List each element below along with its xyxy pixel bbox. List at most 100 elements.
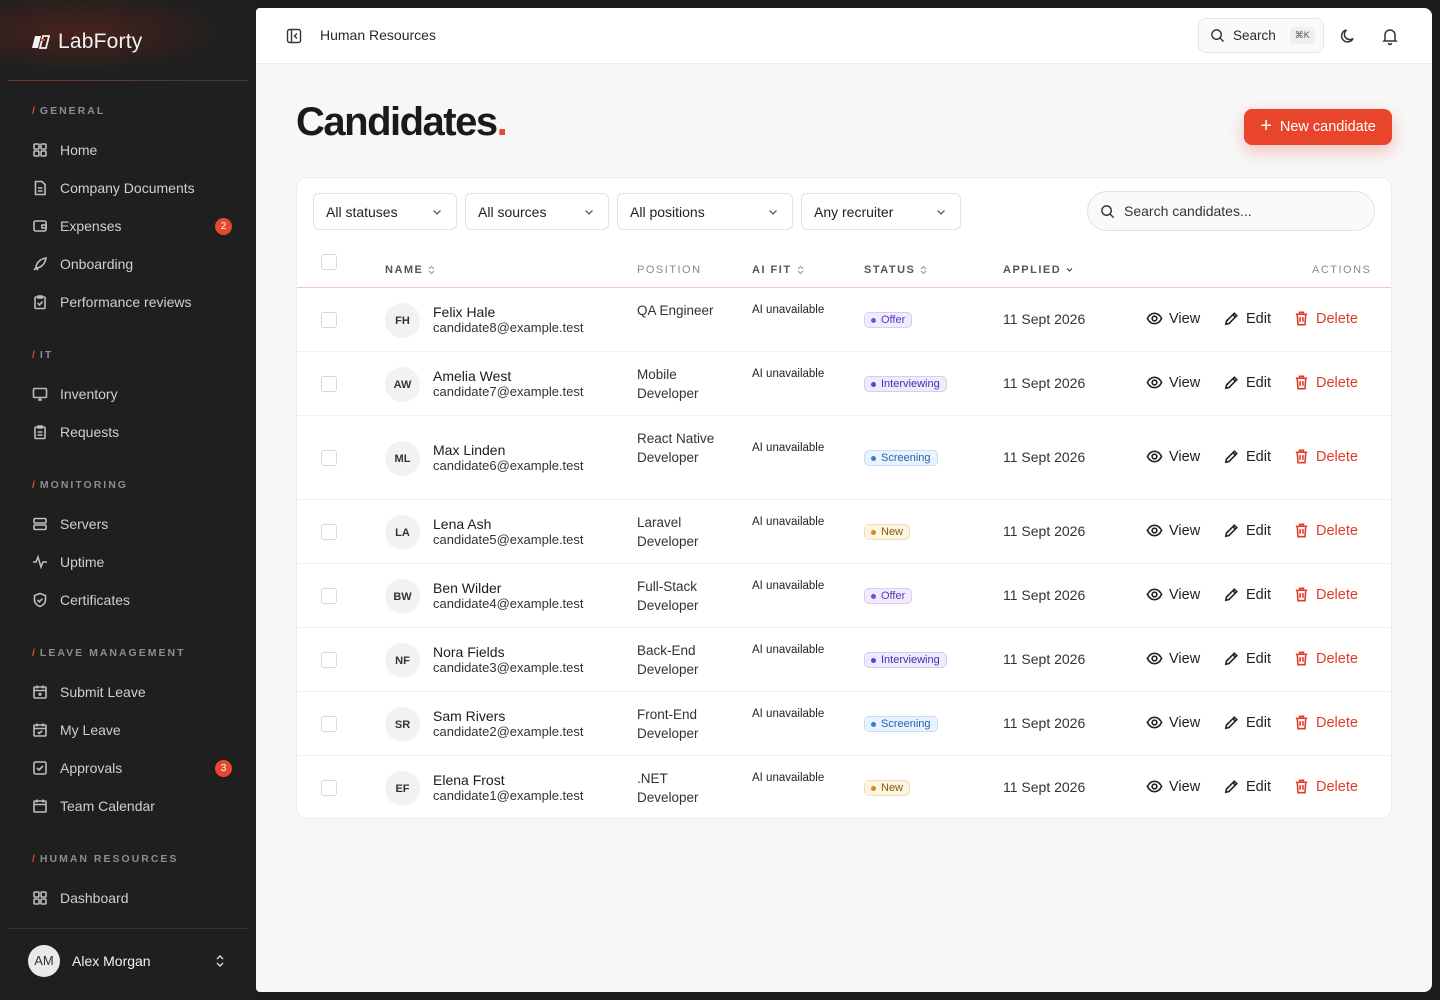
status-badge: Interviewing <box>864 376 947 392</box>
pencil-icon <box>1224 716 1238 730</box>
sidebar-item[interactable]: Inventory <box>24 378 240 410</box>
row-checkbox[interactable] <box>321 376 337 392</box>
candidate-name[interactable]: Ben Wilder <box>433 580 501 596</box>
edit-button[interactable]: Edit <box>1223 448 1271 465</box>
shield-icon <box>33 592 47 608</box>
view-button[interactable]: View <box>1146 448 1200 465</box>
view-button[interactable]: View <box>1146 374 1200 391</box>
select-all-checkbox[interactable] <box>321 254 337 270</box>
delete-button[interactable]: Delete <box>1293 310 1358 327</box>
sidebar-item[interactable]: Dashboard <box>24 882 240 914</box>
candidate-search-input[interactable]: Search candidates... <box>1087 191 1375 231</box>
column-name[interactable]: NAME <box>385 264 435 276</box>
delete-button[interactable]: Delete <box>1293 374 1358 391</box>
sidebar-item-label: Company Documents <box>60 180 195 196</box>
table-row[interactable]: NF Nora Fields candidate3@example.test Back… <box>297 628 1391 692</box>
sidebar-item[interactable]: Approvals 3 <box>24 752 240 784</box>
sidebar-item[interactable]: Certificates <box>24 584 240 616</box>
row-checkbox[interactable] <box>321 780 337 796</box>
global-search-button[interactable]: Search ⌘K <box>1198 18 1324 53</box>
candidate-name[interactable]: Felix Hale <box>433 304 495 320</box>
edit-button[interactable]: Edit <box>1223 522 1271 539</box>
sidebar-item[interactable]: Submit Leave <box>24 676 240 708</box>
view-button[interactable]: View <box>1146 650 1200 667</box>
edit-button[interactable]: Edit <box>1223 650 1271 667</box>
position-filter[interactable]: All positions <box>617 193 793 230</box>
recruiter-filter[interactable]: Any recruiter <box>801 193 961 230</box>
sidebar-item[interactable]: Expenses 2 <box>24 210 240 242</box>
sidebar-item[interactable]: Servers <box>24 508 240 540</box>
table-row[interactable]: AW Amelia West candidate7@example.test Mobi… <box>297 352 1391 416</box>
edit-button[interactable]: Edit <box>1223 310 1271 327</box>
edit-button[interactable]: Edit <box>1223 374 1271 391</box>
row-checkbox[interactable] <box>321 312 337 328</box>
delete-button[interactable]: Delete <box>1293 714 1358 731</box>
section-label-text: MONITORING <box>39 479 128 491</box>
sidebar-toggle-icon[interactable] <box>286 28 302 44</box>
view-button[interactable]: View <box>1146 586 1200 603</box>
table-row[interactable]: BW Ben Wilder candidate4@example.test Full-… <box>297 564 1391 628</box>
candidate-avatar: SR <box>385 707 420 742</box>
edit-button[interactable]: Edit <box>1223 714 1271 731</box>
sidebar-item[interactable]: Onboarding <box>24 248 240 280</box>
table-row[interactable]: LA Lena Ash candidate5@example.test Laravel… <box>297 500 1391 564</box>
sidebar-item[interactable]: Company Documents <box>24 172 240 204</box>
sidebar-item-label: Submit Leave <box>60 684 146 700</box>
view-button[interactable]: View <box>1146 714 1200 731</box>
candidate-position: Front-End Developer <box>637 706 699 742</box>
edit-label: Edit <box>1246 310 1271 327</box>
delete-button[interactable]: Delete <box>1293 448 1358 465</box>
sidebar-item[interactable]: Performance reviews <box>24 286 240 318</box>
bell-icon[interactable] <box>1380 26 1400 46</box>
sidebar-item[interactable]: Requests <box>24 416 240 448</box>
delete-button[interactable]: Delete <box>1293 586 1358 603</box>
view-button[interactable]: View <box>1146 778 1200 795</box>
status-badge-label: Screening <box>881 718 931 730</box>
column-ai-fit[interactable]: AI FIT <box>752 264 804 276</box>
sidebar-item[interactable]: Uptime <box>24 546 240 578</box>
candidate-name[interactable]: Nora Fields <box>433 644 505 660</box>
row-checkbox[interactable] <box>321 450 337 466</box>
row-checkbox[interactable] <box>321 652 337 668</box>
sidebar-item[interactable]: Home <box>24 134 240 166</box>
row-checkbox[interactable] <box>321 588 337 604</box>
table-row[interactable]: SR Sam Rivers candidate2@example.test Front… <box>297 692 1391 756</box>
delete-button[interactable]: Delete <box>1293 650 1358 667</box>
view-button[interactable]: View <box>1146 310 1200 327</box>
edit-button[interactable]: Edit <box>1223 586 1271 603</box>
user-menu[interactable]: AM Alex Morgan <box>8 928 248 992</box>
candidate-name[interactable]: Lena Ash <box>433 516 491 532</box>
status-dot <box>871 593 876 599</box>
delete-button[interactable]: Delete <box>1293 522 1358 539</box>
row-checkbox[interactable] <box>321 716 337 732</box>
candidate-ai-fit: AI unavailable <box>752 441 825 454</box>
row-checkbox[interactable] <box>321 524 337 540</box>
column-applied[interactable]: APPLIED <box>1003 264 1073 276</box>
table-row[interactable]: ML Max Linden candidate6@example.test React… <box>297 416 1391 500</box>
breadcrumb[interactable]: Human Resources <box>320 27 436 43</box>
candidate-name[interactable]: Sam Rivers <box>433 708 505 724</box>
sidebar-item[interactable]: Team Calendar <box>24 790 240 822</box>
delete-button[interactable]: Delete <box>1293 778 1358 795</box>
candidate-name[interactable]: Amelia West <box>433 368 511 384</box>
column-status[interactable]: STATUS <box>864 264 927 276</box>
status-filter[interactable]: All statuses <box>313 193 457 230</box>
table-row[interactable]: FH Felix Hale candidate8@example.test QA En… <box>297 288 1391 352</box>
brand-logo[interactable]: LabForty <box>32 30 142 54</box>
edit-label: Edit <box>1246 448 1271 465</box>
candidate-search-placeholder: Search candidates... <box>1124 203 1252 219</box>
sidebar-item[interactable]: My Leave <box>24 714 240 746</box>
edit-button[interactable]: Edit <box>1223 778 1271 795</box>
candidate-position: Mobile Developer <box>637 366 699 402</box>
source-filter[interactable]: All sources <box>465 193 609 230</box>
table-row[interactable]: EF Elena Frost candidate1@example.test .NET… <box>297 756 1391 820</box>
section-label-text: LEAVE MANAGEMENT <box>39 647 186 659</box>
candidate-avatar: BW <box>385 579 420 614</box>
candidate-name[interactable]: Elena Frost <box>433 772 505 788</box>
candidate-name[interactable]: Max Linden <box>433 442 505 458</box>
new-candidate-button[interactable]: + New candidate <box>1244 109 1392 145</box>
moon-icon[interactable] <box>1338 26 1358 46</box>
chevron-down-icon <box>585 210 593 215</box>
view-button[interactable]: View <box>1146 522 1200 539</box>
brand-divider <box>8 80 248 81</box>
